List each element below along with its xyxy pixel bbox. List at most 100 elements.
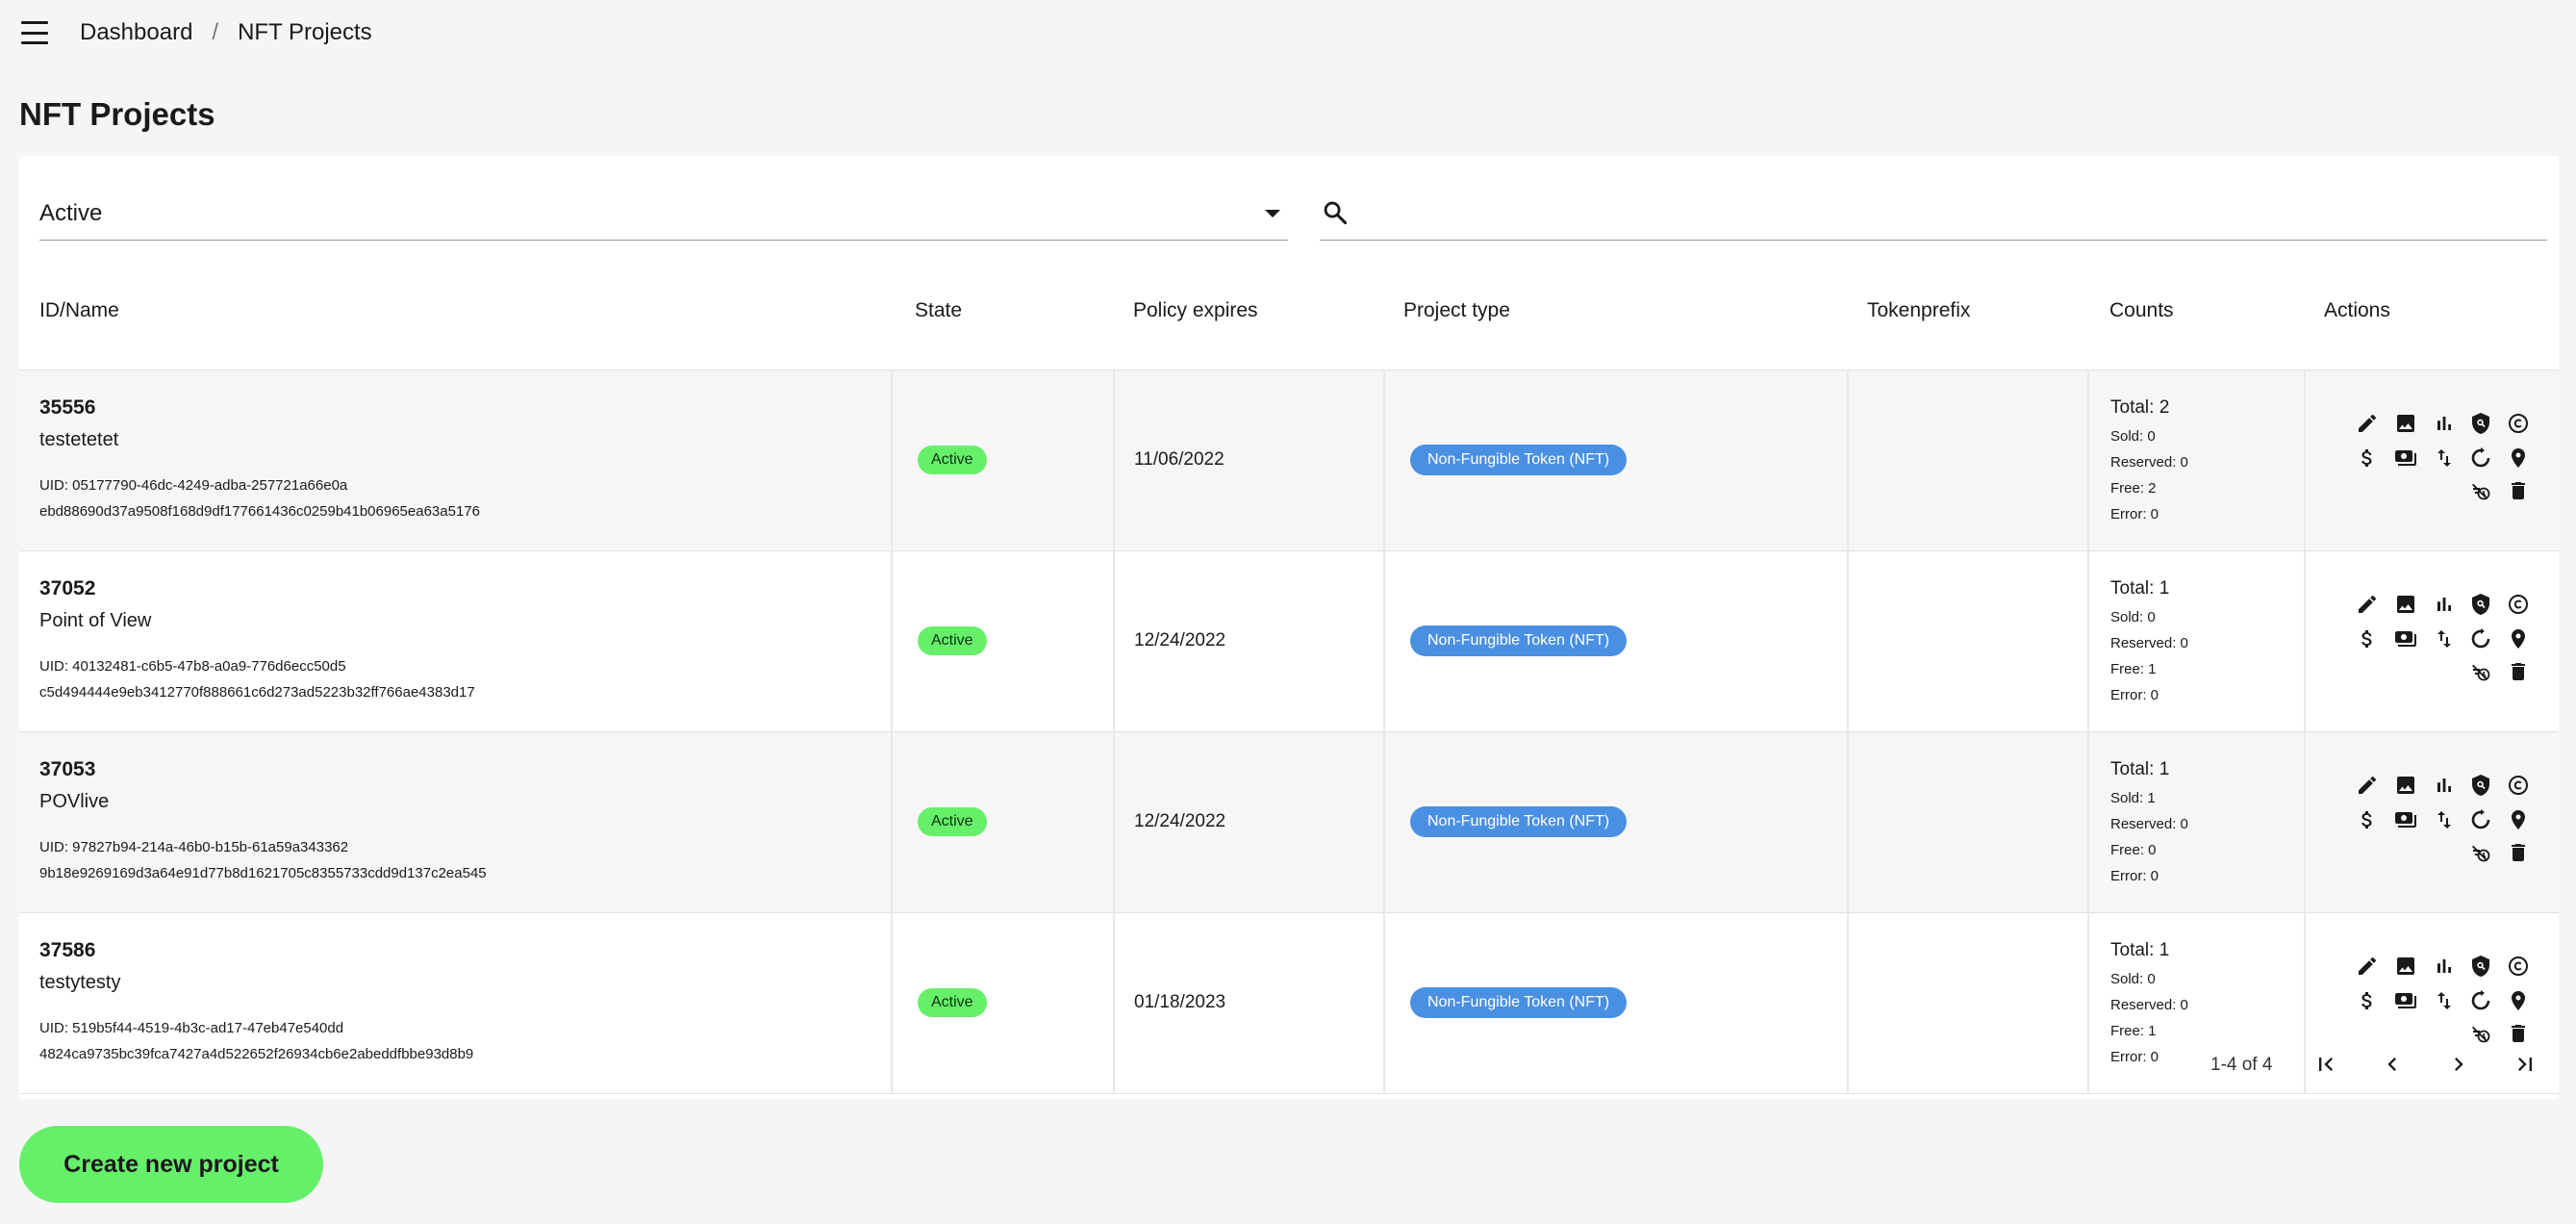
timer-off-icon [2472, 483, 2490, 500]
pricing-button[interactable] [2356, 808, 2379, 831]
first-page-button[interactable] [2312, 1051, 2339, 1078]
project-id[interactable]: 35556 [39, 396, 891, 420]
location-button[interactable] [2507, 446, 2530, 470]
count-free: Free: 0 [2110, 842, 2157, 858]
payments-icon [2395, 993, 2416, 1008]
cell-policy-expires: 11/06/2022 [1114, 370, 1385, 551]
previous-page-button[interactable] [2379, 1051, 2406, 1078]
location-pin-icon [2512, 810, 2525, 829]
expire-button[interactable] [2469, 479, 2492, 502]
cell-state: Active [892, 731, 1115, 913]
project-name: POVlive [39, 790, 110, 812]
edit-icon [2359, 956, 2376, 975]
edit-button[interactable] [2356, 593, 2379, 616]
status-badge: Active [918, 988, 987, 1017]
edit-icon [2359, 595, 2376, 613]
bar-chart-icon [2437, 959, 2451, 973]
create-new-project-button[interactable]: Create new project [19, 1126, 323, 1203]
state-filter-select[interactable]: Active [39, 185, 1288, 241]
cell-tokenprefix [1848, 370, 2089, 551]
project-id[interactable]: 37053 [39, 758, 891, 781]
project-id[interactable]: 37586 [39, 939, 891, 962]
expire-button[interactable] [2469, 841, 2492, 864]
project-policy-id: 9b18e9269169d3a64e91d77b8d1621705c835573… [39, 864, 487, 881]
status-badge: Active [918, 626, 987, 655]
policy-button[interactable] [2469, 593, 2492, 616]
policy-button[interactable] [2469, 955, 2492, 978]
column-header-policy-expires[interactable]: Policy expires [1114, 252, 1384, 370]
cell-id-name: 35556 testetetet UID: 05177790-46dc-4249-a… [19, 370, 893, 551]
delete-button[interactable] [2507, 479, 2530, 502]
project-id[interactable]: 37052 [39, 577, 891, 600]
table-row: 37052 Point of View UID: 40132481-c6b5-47b… [19, 550, 2559, 732]
image-button[interactable] [2394, 593, 2417, 616]
refresh-button[interactable] [2469, 808, 2492, 831]
location-button[interactable] [2507, 808, 2530, 831]
image-icon [2397, 596, 2414, 613]
location-button[interactable] [2507, 989, 2530, 1012]
search-input[interactable] [1368, 192, 2522, 231]
delete-button[interactable] [2507, 841, 2530, 864]
transfer-button[interactable] [2433, 808, 2456, 831]
next-page-button[interactable] [2445, 1051, 2472, 1078]
menu-icon[interactable] [21, 21, 48, 44]
cell-policy-expires: 12/24/2022 [1114, 550, 1385, 732]
transfer-button[interactable] [2433, 446, 2456, 470]
policy-button[interactable] [2469, 412, 2492, 435]
project-uid: UID: 97827b94-214a-46b0-b15b-61a59a34336… [39, 834, 891, 886]
payments-button[interactable] [2394, 446, 2417, 470]
stats-button[interactable] [2433, 774, 2456, 797]
timer-off-icon [2472, 664, 2490, 681]
pricing-button[interactable] [2356, 989, 2379, 1012]
column-header-id-name[interactable]: ID/Name [19, 252, 892, 370]
edit-button[interactable] [2356, 774, 2379, 797]
refresh-button[interactable] [2469, 446, 2492, 470]
project-uid-line: UID: 40132481-c6b5-47b8-a0a9-776d6ecc50d… [39, 657, 346, 675]
pricing-button[interactable] [2356, 446, 2379, 470]
column-header-project-type[interactable]: Project type [1384, 252, 1848, 370]
edit-button[interactable] [2356, 955, 2379, 978]
stats-button[interactable] [2433, 412, 2456, 435]
policy-button[interactable] [2469, 774, 2492, 797]
refresh-button[interactable] [2469, 627, 2492, 650]
copyright-button[interactable] [2507, 593, 2530, 616]
copyright-button[interactable] [2507, 774, 2530, 797]
transfer-button[interactable] [2433, 989, 2456, 1012]
policy-shield-icon [2472, 413, 2489, 434]
refresh-button[interactable] [2469, 989, 2492, 1012]
breadcrumb-dashboard-link[interactable]: Dashboard [80, 19, 192, 46]
cell-actions [2305, 370, 2559, 551]
last-page-button[interactable] [2512, 1051, 2538, 1078]
image-button[interactable] [2394, 412, 2417, 435]
status-badge: Active [918, 446, 987, 474]
policy-expires-date: 12/24/2022 [1134, 811, 1226, 831]
column-header-counts[interactable]: Counts [2088, 252, 2305, 370]
copyright-button[interactable] [2507, 412, 2530, 435]
expire-button[interactable] [2469, 660, 2492, 683]
stats-button[interactable] [2433, 955, 2456, 978]
first-page-icon [2319, 1058, 2333, 1071]
timer-off-icon [2472, 845, 2490, 862]
payments-button[interactable] [2394, 627, 2417, 650]
payments-button[interactable] [2394, 989, 2417, 1012]
transfer-button[interactable] [2433, 627, 2456, 650]
cell-id-name: 37052 Point of View UID: 40132481-c6b5-47b… [19, 550, 893, 732]
project-name: testetetet [39, 428, 119, 450]
copyright-button[interactable] [2507, 955, 2530, 978]
payments-button[interactable] [2394, 808, 2417, 831]
image-button[interactable] [2394, 774, 2417, 797]
column-header-state[interactable]: State [892, 252, 1114, 370]
policy-shield-icon [2472, 956, 2489, 977]
cell-state: Active [892, 550, 1115, 732]
count-sold: Sold: 1 [2110, 790, 2156, 806]
stats-button[interactable] [2433, 593, 2456, 616]
cell-actions [2305, 731, 2559, 913]
delete-button[interactable] [2507, 660, 2530, 683]
location-button[interactable] [2507, 627, 2530, 650]
column-header-tokenprefix[interactable]: Tokenprefix [1848, 252, 2088, 370]
pricing-button[interactable] [2356, 627, 2379, 650]
image-button[interactable] [2394, 955, 2417, 978]
breadcrumb-current: NFT Projects [238, 19, 372, 45]
payments-icon [2395, 450, 2416, 466]
edit-button[interactable] [2356, 412, 2379, 435]
